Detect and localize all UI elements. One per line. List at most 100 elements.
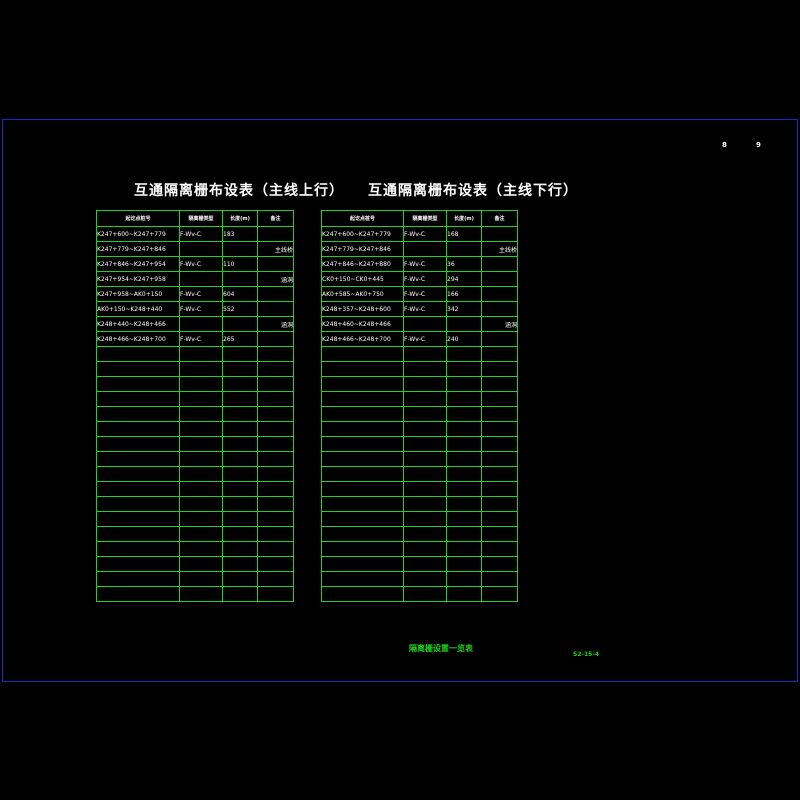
empty-cell — [481, 466, 518, 482]
empty-cell — [446, 511, 482, 527]
empty-cell — [481, 391, 518, 407]
empty-cell — [96, 526, 180, 542]
empty-table-row — [96, 436, 294, 452]
cell-fence-type: F-Wv-C — [403, 226, 447, 242]
empty-cell — [446, 466, 482, 482]
empty-cell — [403, 481, 447, 497]
empty-cell — [481, 586, 518, 602]
empty-cell — [179, 511, 223, 527]
empty-cell — [179, 436, 223, 452]
empty-cell — [179, 556, 223, 572]
empty-cell — [446, 406, 482, 422]
empty-cell — [179, 481, 223, 497]
table-row: K247+846~K247+954 F-Wv-C 110 — [96, 256, 294, 272]
empty-table-row — [321, 466, 518, 482]
empty-cell — [321, 526, 404, 542]
empty-table-row — [321, 481, 518, 497]
empty-cell — [481, 436, 518, 452]
empty-table-row — [321, 451, 518, 467]
empty-cell — [222, 466, 258, 482]
empty-cell — [222, 421, 258, 437]
cell-length: 240 — [446, 331, 482, 347]
empty-cell — [321, 451, 404, 467]
empty-table-row — [321, 376, 518, 392]
empty-table-row — [96, 496, 294, 512]
empty-cell — [481, 361, 518, 377]
cell-note — [257, 226, 294, 242]
cell-segment: K247+600~K247+779 — [321, 226, 404, 242]
empty-table-row — [321, 526, 518, 542]
empty-table-row — [96, 391, 294, 407]
cell-segment: K248+440~K248+466 — [96, 316, 180, 332]
empty-table-row — [96, 556, 294, 572]
empty-cell — [179, 541, 223, 557]
cell-segment: K248+466~K248+700 — [321, 331, 404, 347]
cell-note — [481, 256, 518, 272]
cell-fence-type: F-Wv-C — [403, 271, 447, 287]
cell-fence-type — [179, 316, 223, 332]
header-segment: 起讫点桩号 — [96, 210, 180, 227]
fence-table-down: 起讫点桩号 隔离栅类型 长度(m) 备注 K247+600~K247+779 F-… — [321, 210, 518, 602]
cell-length — [446, 316, 482, 332]
empty-cell — [446, 556, 482, 572]
table-row: K248+466~K248+700 F-Wv-C 240 — [321, 331, 518, 347]
cell-length: 604 — [222, 286, 258, 302]
empty-cell — [403, 406, 447, 422]
header-note: 备注 — [257, 210, 294, 227]
empty-cell — [257, 466, 294, 482]
empty-cell — [403, 466, 447, 482]
cell-segment: K248+460~K248+466 — [321, 316, 404, 332]
empty-cell — [481, 376, 518, 392]
table-header-row: 起讫点桩号 隔离栅类型 长度(m) 备注 — [321, 210, 518, 227]
cell-length — [222, 241, 258, 257]
fence-table-up: 起讫点桩号 隔离栅类型 长度(m) 备注 K247+600~K247+779 F-… — [96, 210, 294, 602]
empty-cell — [321, 541, 404, 557]
empty-cell — [446, 526, 482, 542]
empty-table-row — [321, 436, 518, 452]
cell-note — [481, 331, 518, 347]
empty-cell — [222, 541, 258, 557]
empty-cell — [179, 466, 223, 482]
empty-cell — [257, 541, 294, 557]
cell-length: 265 — [222, 331, 258, 347]
empty-cell — [481, 406, 518, 422]
empty-cell — [446, 571, 482, 587]
empty-cell — [257, 481, 294, 497]
empty-cell — [321, 421, 404, 437]
cell-fence-type: F-Wv-C — [403, 286, 447, 302]
empty-cell — [321, 586, 404, 602]
table-row: K247+846~K247+880 F-Wv-C 36 — [321, 256, 518, 272]
empty-cell — [96, 496, 180, 512]
empty-cell — [481, 511, 518, 527]
empty-cell — [446, 451, 482, 467]
empty-cell — [321, 436, 404, 452]
empty-cell — [321, 466, 404, 482]
header-length: 长度(m) — [222, 210, 258, 227]
empty-cell — [96, 421, 180, 437]
empty-cell — [321, 481, 404, 497]
cell-segment: K247+954~K247+958 — [96, 271, 180, 287]
table-row: K248+466~K248+700 F-Wv-C 265 — [96, 331, 294, 347]
empty-table-row — [96, 481, 294, 497]
cell-length — [222, 316, 258, 332]
cell-fence-type: F-Wv-C — [179, 286, 223, 302]
empty-cell — [222, 436, 258, 452]
empty-cell — [96, 406, 180, 422]
cell-length: 183 — [222, 226, 258, 242]
empty-cell — [222, 481, 258, 497]
empty-table-row — [321, 586, 518, 602]
cell-fence-type: F-Wv-C — [179, 226, 223, 242]
empty-cell — [257, 361, 294, 377]
empty-cell — [403, 511, 447, 527]
empty-cell — [179, 496, 223, 512]
empty-cell — [321, 346, 404, 362]
empty-cell — [179, 571, 223, 587]
empty-cell — [96, 451, 180, 467]
cell-note: 涵洞 — [257, 316, 294, 332]
empty-table-row — [96, 571, 294, 587]
empty-cell — [403, 526, 447, 542]
cell-length — [222, 271, 258, 287]
empty-cell — [403, 376, 447, 392]
cell-note: 涵洞 — [481, 316, 518, 332]
sheet-title: 隔离栅设置一览表 — [409, 644, 473, 653]
